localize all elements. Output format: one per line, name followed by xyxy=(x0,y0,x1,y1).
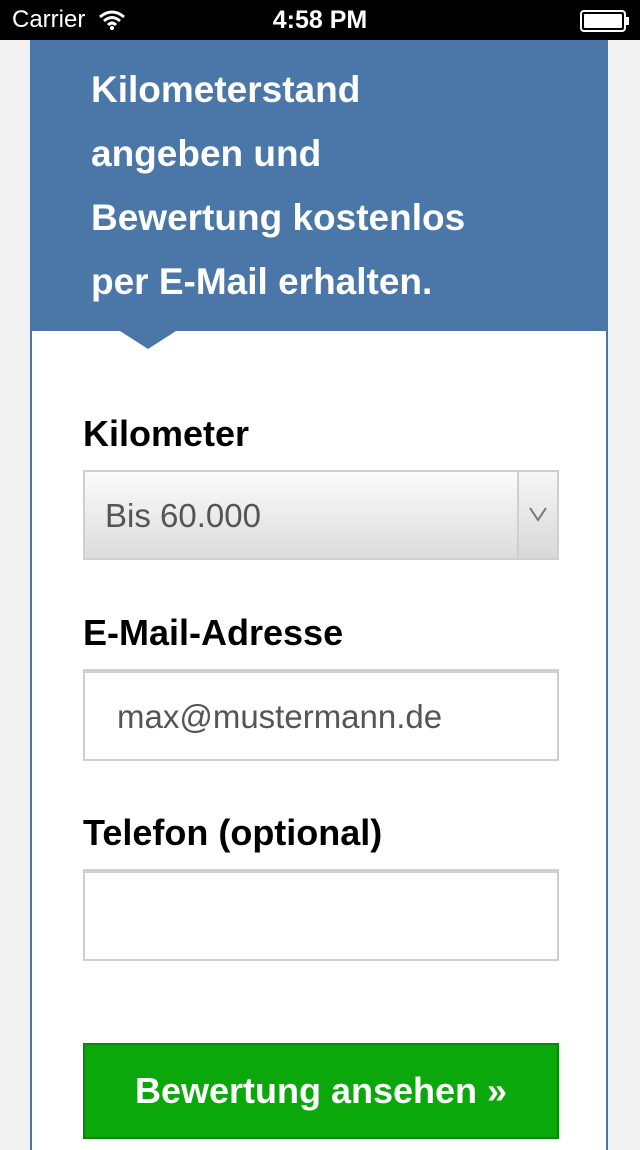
email-field[interactable]: max@mustermann.de xyxy=(83,669,559,761)
banner-line: angeben und xyxy=(91,133,322,174)
submit-button[interactable]: Bewertung ansehen » xyxy=(83,1043,559,1139)
kilometer-select[interactable]: Bis 60.000 xyxy=(83,470,559,560)
banner-line: per E-Mail erhalten. xyxy=(91,261,433,302)
select-toggle[interactable] xyxy=(517,472,557,558)
banner-headline: Kilometerstand angeben und Bewertung kos… xyxy=(91,58,561,314)
banner-line: Kilometerstand xyxy=(91,69,361,110)
battery-icon xyxy=(580,10,629,32)
email-label: E-Mail-Adresse xyxy=(83,612,344,653)
banner-line: Bewertung kostenlos xyxy=(91,197,466,238)
banner-pointer xyxy=(120,331,176,349)
phone-field[interactable] xyxy=(83,869,559,961)
chevron-down-icon xyxy=(529,507,547,522)
status-bar: Carrier 4:58 PM xyxy=(0,0,640,40)
banner: Kilometerstand angeben und Bewertung kos… xyxy=(32,40,606,331)
clock: 4:58 PM xyxy=(272,6,368,34)
kilometer-label: Kilometer xyxy=(83,413,250,454)
form-card: Kilometerstand angeben und Bewertung kos… xyxy=(30,40,608,1150)
kilometer-selected-value: Bis 60.000 xyxy=(105,497,261,534)
phone-label: Telefon (optional) xyxy=(83,812,383,853)
email-placeholder: max@mustermann.de xyxy=(117,698,443,735)
